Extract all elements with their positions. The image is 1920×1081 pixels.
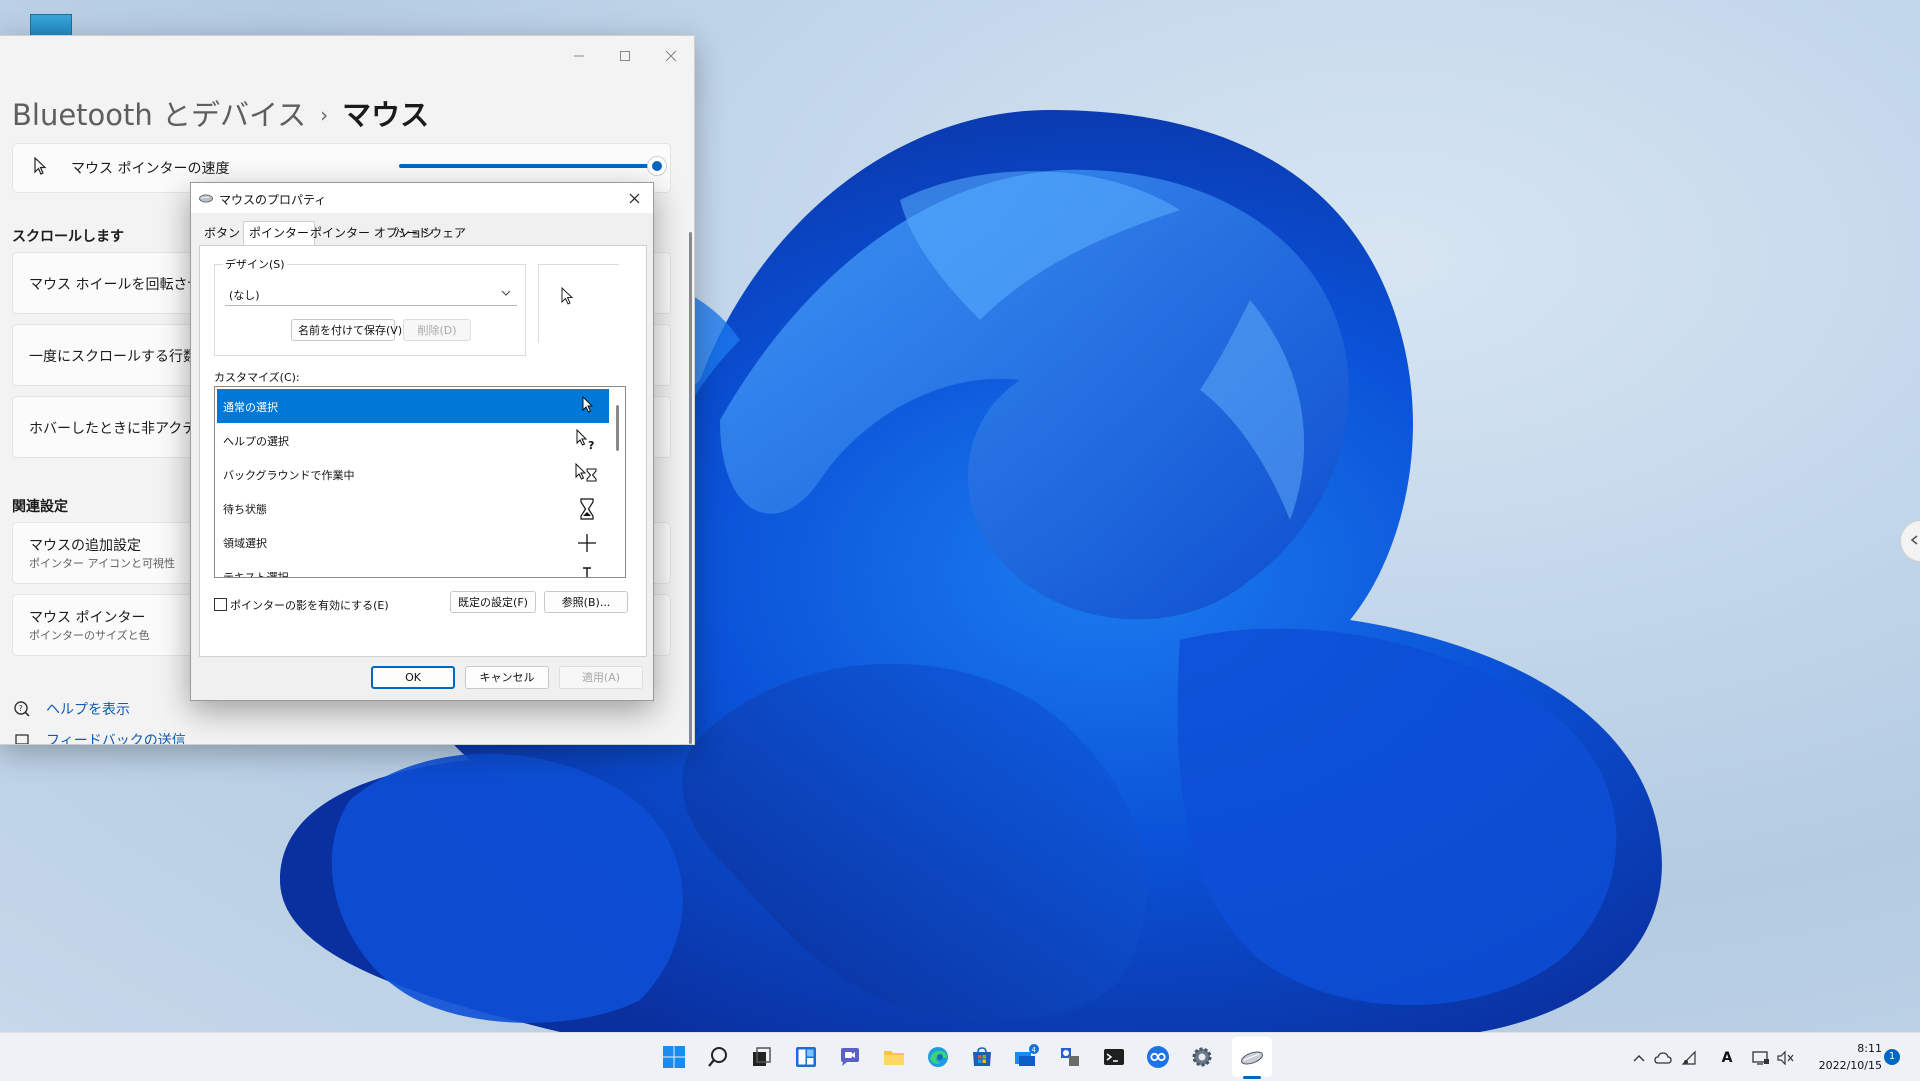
list-item[interactable]: 待ち状態 <box>217 491 609 525</box>
tab-hardware[interactable]: ハードウェア <box>389 223 471 243</box>
list-item-label: 領域選択 <box>223 537 267 550</box>
minimize-button[interactable] <box>558 42 600 70</box>
chevron-down-icon <box>501 290 511 296</box>
speaker-muted-icon[interactable] <box>1776 1049 1794 1067</box>
feedback-icon <box>15 734 29 744</box>
list-item-label: ヘルプの選択 <box>223 435 289 448</box>
list-item[interactable]: バックグラウンドで作業中 <box>217 457 609 491</box>
normal-select-cursor-icon <box>582 395 594 413</box>
additional-mouse-settings-title: マウスの追加設定 <box>29 538 141 554</box>
settings-gear-icon[interactable] <box>1188 1043 1216 1071</box>
breadcrumb: Bluetooth とデバイス › マウス <box>12 92 429 134</box>
list-item[interactable]: ヘルプの選択 ? <box>217 423 609 457</box>
preview-cursor-icon <box>561 287 574 305</box>
list-item[interactable]: テキスト選択 <box>217 559 609 578</box>
list-item[interactable]: 領域選択 <box>217 525 609 559</box>
additional-mouse-settings-subtitle: ポインター アイコンと可視性 <box>29 557 175 570</box>
notification-badge[interactable]: 1 <box>1884 1049 1900 1065</box>
list-item-label: 待ち状態 <box>223 503 267 516</box>
related-section-title: 関連設定 <box>12 499 68 515</box>
ime-label: A <box>1721 1050 1733 1066</box>
apply-button[interactable]: 適用(A) <box>559 666 643 689</box>
link-app-icon[interactable] <box>1144 1043 1172 1071</box>
design-combobox[interactable]: (なし) <box>225 283 517 306</box>
edge-icon[interactable] <box>924 1043 952 1071</box>
pointers-tab-panel: デザイン(S) (なし) 名前を付けて保存(V)... 削除(D) カスタマイズ… <box>199 245 647 657</box>
pointer-icon <box>34 157 47 175</box>
search-icon[interactable] <box>704 1043 732 1071</box>
clock-time[interactable]: 8:11 <box>1834 1042 1882 1055</box>
mouse-pointer-subtitle: ポインターのサイズと色 <box>29 629 150 642</box>
breadcrumb-parent[interactable]: Bluetooth とデバイス <box>12 98 306 132</box>
svg-text:?: ? <box>588 439 594 452</box>
store-icon[interactable] <box>968 1043 996 1071</box>
scroll-lines-label: 一度にスクロールする行数 <box>29 349 197 365</box>
clock-date[interactable]: 2022/10/15 <box>1812 1059 1882 1072</box>
taskbar-badge: 4 <box>1032 1046 1037 1054</box>
ok-button[interactable]: OK <box>371 666 455 689</box>
cancel-button[interactable]: キャンセル <box>465 666 549 689</box>
working-in-background-cursor-icon <box>575 463 597 482</box>
dialog-titlebar: マウスのプロパティ <box>191 183 653 213</box>
people-app-icon[interactable] <box>1056 1043 1084 1071</box>
mouse-icon <box>199 194 213 203</box>
close-button[interactable] <box>650 42 692 70</box>
feedback-link[interactable]: フィードバックの送信 <box>46 730 186 744</box>
scroll-section-title: スクロールします <box>12 229 124 245</box>
tray-overflow-chevron-icon[interactable] <box>1630 1049 1648 1067</box>
svg-text:?: ? <box>19 704 23 713</box>
dialog-title: マウスのプロパティ <box>219 193 327 207</box>
taskbar: 4 A 8:11 2022/10/15 1 <box>0 1032 1920 1081</box>
settings-scrollbar[interactable] <box>689 232 692 744</box>
save-as-button[interactable]: 名前を付けて保存(V)... <box>291 319 413 341</box>
tab-buttons[interactable]: ボタン <box>199 223 245 243</box>
list-item-label: 通常の選択 <box>223 401 278 414</box>
delete-button[interactable]: 削除(D) <box>403 319 471 341</box>
list-item-label: テキスト選択 <box>223 571 289 578</box>
design-groupbox: デザイン(S) (なし) 名前を付けて保存(V)... 削除(D) <box>214 256 526 356</box>
terminal-icon[interactable] <box>1100 1043 1128 1071</box>
text-select-ibeam-icon <box>583 567 591 577</box>
pointer-speed-label: マウス ポインターの速度 <box>71 161 230 177</box>
customize-label: カスタマイズ(C): <box>214 371 300 384</box>
list-item-label: バックグラウンドで作業中 <box>223 469 355 482</box>
page-title: マウス <box>342 98 430 132</box>
browse-button[interactable]: 参照(B)... <box>544 591 628 613</box>
file-explorer-icon[interactable] <box>880 1043 908 1071</box>
busy-hourglass-icon <box>580 498 594 520</box>
ime-indicator-icon[interactable]: A <box>1718 1049 1736 1067</box>
list-scrollbar[interactable] <box>616 405 619 451</box>
teams-chat-icon[interactable] <box>836 1043 864 1071</box>
help-select-cursor-icon: ? <box>576 429 594 452</box>
dialog-close-button[interactable] <box>623 188 645 208</box>
active-app-indicator <box>1243 1076 1261 1079</box>
windows-start-icon[interactable] <box>660 1043 688 1071</box>
pointer-speed-slider-track[interactable] <box>399 164 657 168</box>
task-view-icon[interactable] <box>748 1043 776 1071</box>
help-link[interactable]: ヘルプを表示 <box>46 699 130 719</box>
pointer-preview-box <box>538 264 619 343</box>
mouse-properties-icon[interactable] <box>1238 1043 1266 1071</box>
widgets-icon[interactable] <box>792 1043 820 1071</box>
pointer-scheme-list[interactable]: 通常の選択 ヘルプの選択 ? バックグラウンドで作業中 待ち状態 領域選択 テキ… <box>214 386 626 578</box>
pointer-shadow-checkbox[interactable] <box>214 598 227 611</box>
list-item[interactable]: 通常の選択 <box>217 389 609 423</box>
design-label: デザイン(S) <box>223 256 287 272</box>
precision-select-crosshair-icon <box>578 534 596 552</box>
mouse-properties-dialog: マウスのプロパティ ボタン ポインター ポインター オプション ハードウェア デ… <box>190 182 654 701</box>
help-icon: ? <box>14 701 30 717</box>
display-network-icon[interactable] <box>1752 1049 1770 1067</box>
breadcrumb-separator: › <box>320 103 329 127</box>
onedrive-cloud-icon[interactable] <box>1654 1049 1672 1067</box>
design-value: (なし) <box>229 289 260 302</box>
pointer-shadow-label[interactable]: ポインターの影を有効にする(E) <box>230 597 389 613</box>
mouse-pointer-title: マウス ポインター <box>29 610 146 626</box>
maximize-button[interactable] <box>604 42 646 70</box>
pointer-speed-slider-thumb[interactable] <box>647 156 667 176</box>
use-default-button[interactable]: 既定の設定(F) <box>450 591 536 613</box>
remote-app-icon[interactable]: 4 <box>1012 1043 1040 1071</box>
network-status-icon[interactable] <box>1680 1049 1698 1067</box>
